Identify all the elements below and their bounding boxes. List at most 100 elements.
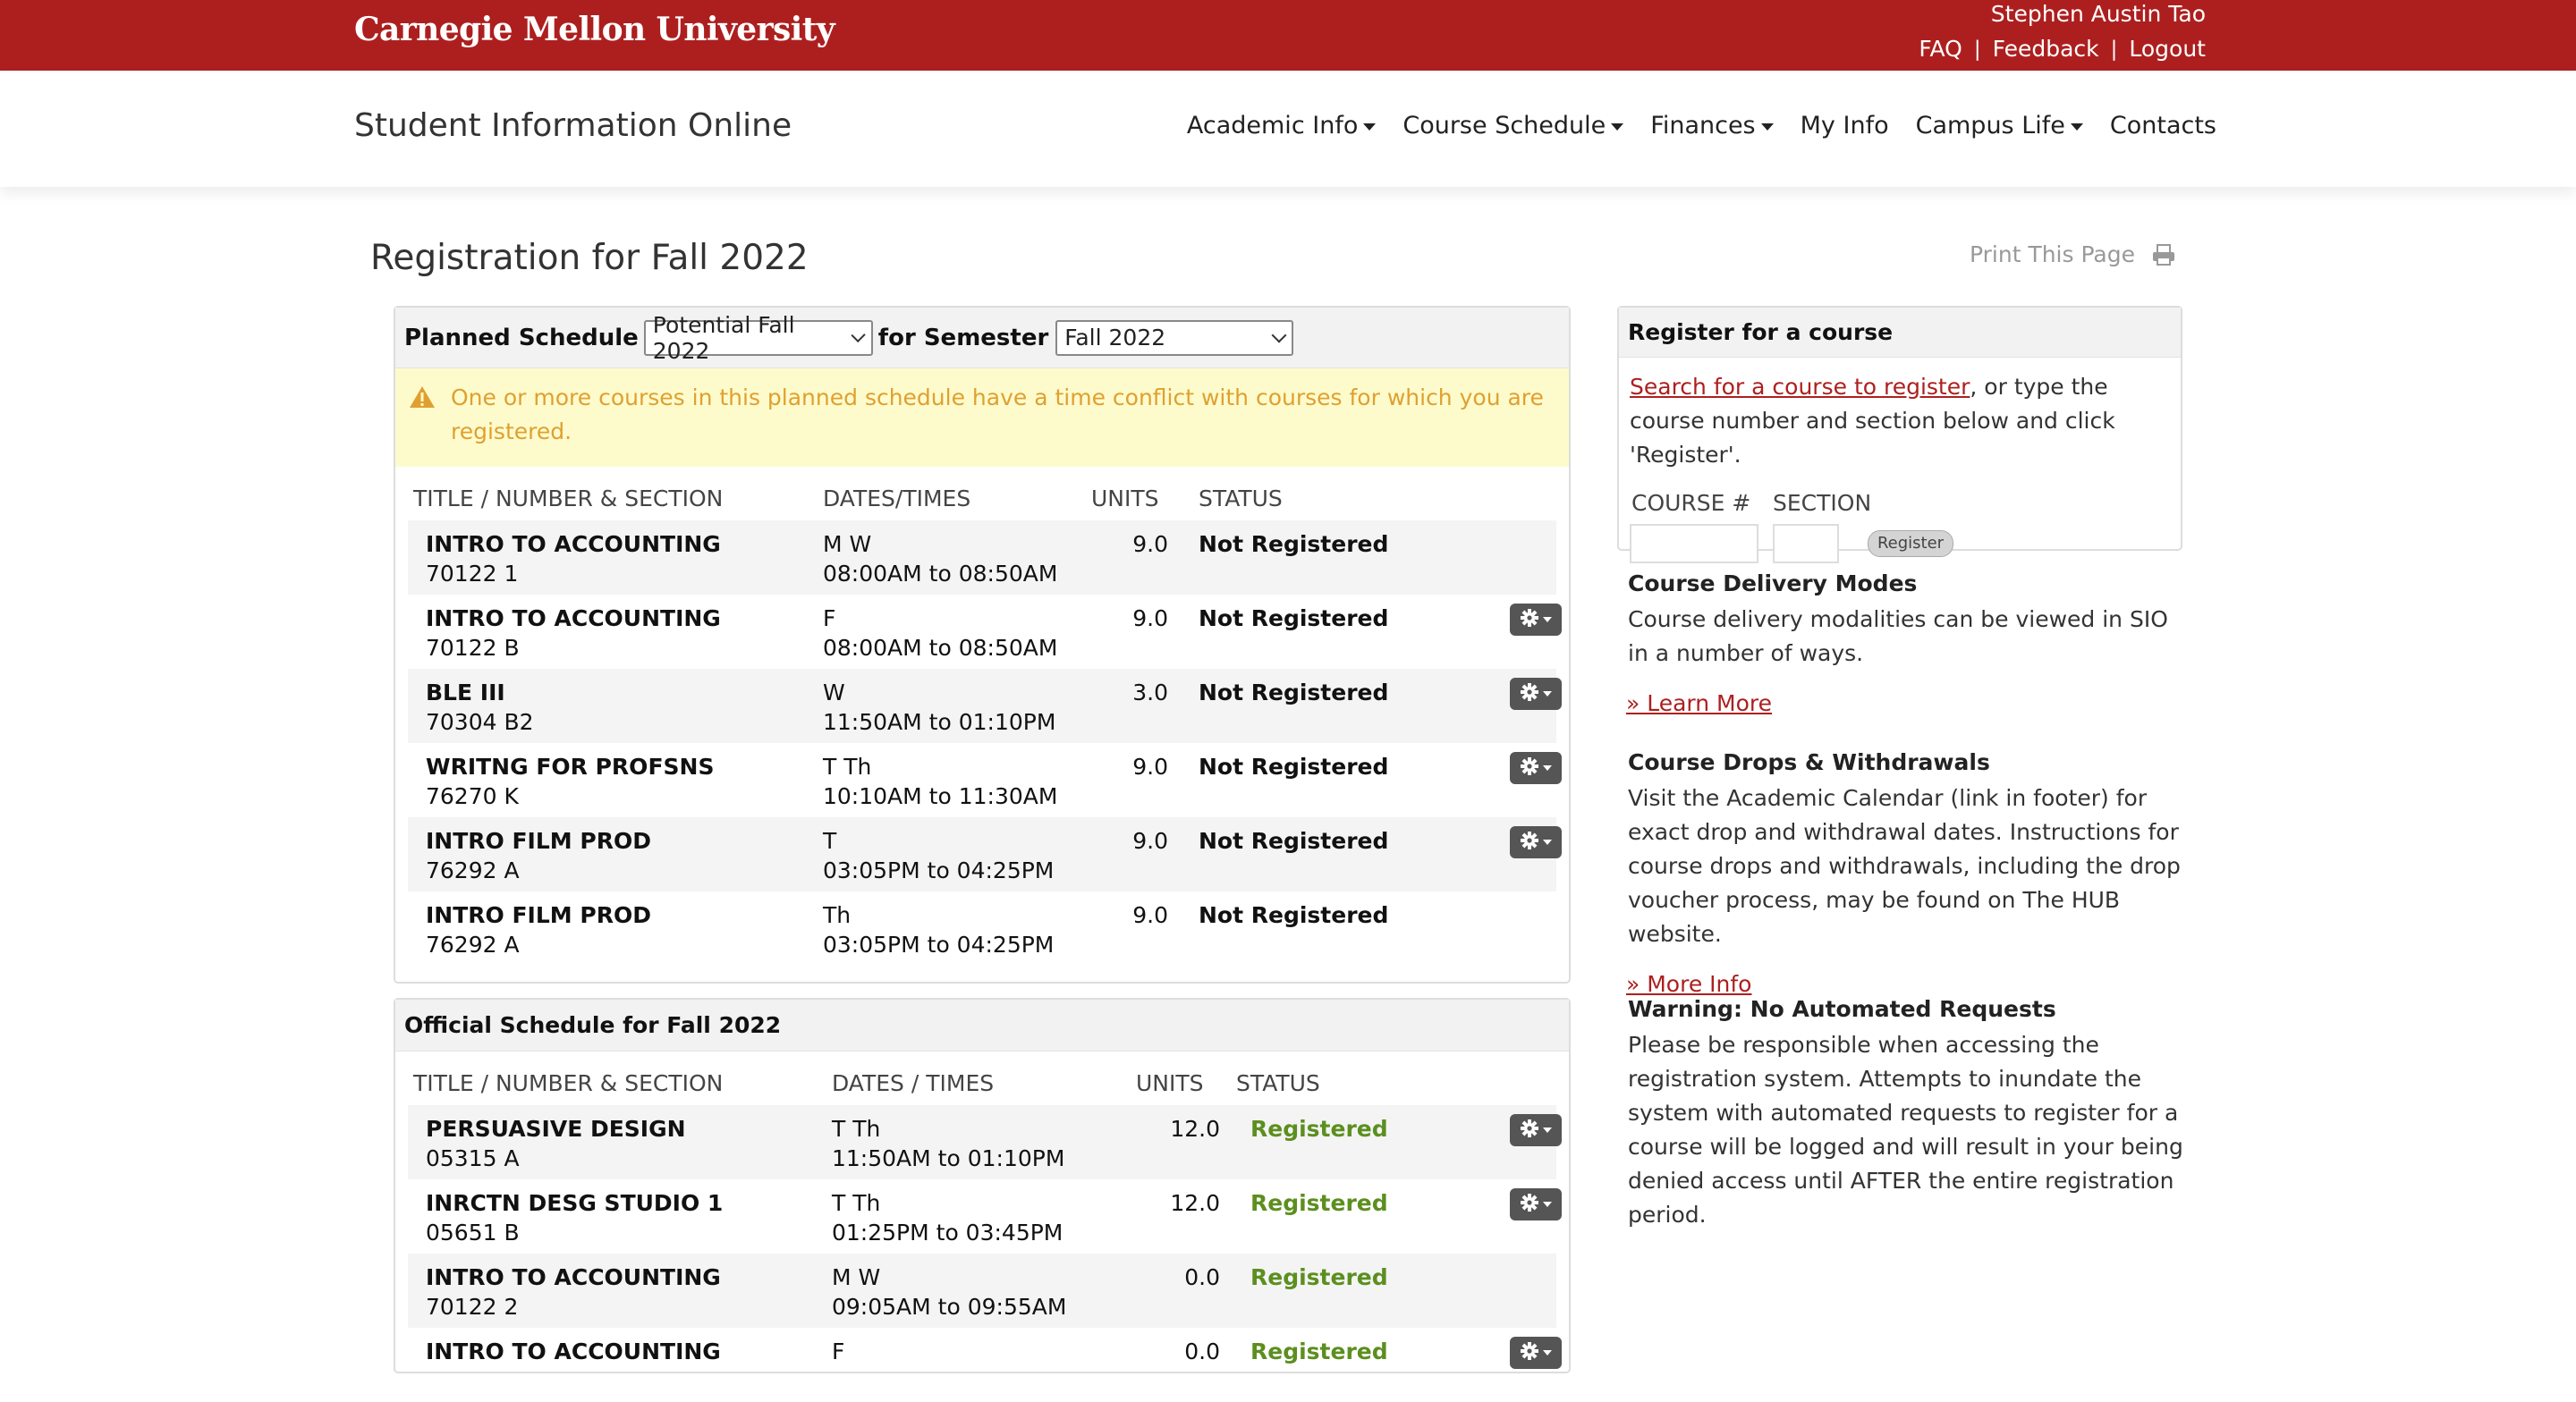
course-cell: INTRO TO ACCOUNTING 70122 2 <box>408 1254 832 1328</box>
nav-campus-life[interactable]: Campus Life <box>1916 112 2083 139</box>
nav-label: Course Schedule <box>1402 112 1606 139</box>
nav-academic-info[interactable]: Academic Info <box>1187 112 1377 139</box>
course-number-input[interactable] <box>1630 524 1758 563</box>
status-cell: Not Registered <box>1199 828 1389 854</box>
dates-cell: T Th 11:50AM to 01:10PM <box>832 1105 1145 1179</box>
units-cell: 12.0 <box>1170 1190 1220 1216</box>
nav-my-info[interactable]: My Info <box>1801 112 1889 139</box>
nav-contacts[interactable]: Contacts <box>2110 112 2216 139</box>
dates-cell: F 08:00AM to 08:50AM <box>823 595 1097 669</box>
nav-label: Finances <box>1650 112 1756 139</box>
row-actions-button[interactable] <box>1510 678 1562 710</box>
row-actions-button[interactable] <box>1510 752 1562 784</box>
row-actions-button[interactable] <box>1510 1188 1562 1220</box>
course-title: INTRO TO ACCOUNTING <box>426 1339 721 1364</box>
dates-cell: W 11:50AM to 01:10PM <box>823 669 1097 743</box>
register-labels: COURSE # SECTION <box>1630 486 2170 520</box>
nav-course-schedule[interactable]: Course Schedule <box>1402 112 1624 139</box>
col-title: TITLE / NUMBER & SECTION <box>413 485 724 511</box>
table-row: INTRO FILM PROD 76292 A Th 03:05PM to 04:25… <box>408 891 1556 966</box>
separator: | <box>1973 37 1981 61</box>
table-row: PERSUASIVE DESIGN 05315 A T Th 11:50AM to 0… <box>408 1105 1562 1179</box>
course-times: 08:00AM to 08:50AM <box>823 561 1058 587</box>
course-times: 08:00AM to 08:50AM <box>823 635 1058 661</box>
drops-withdrawals-section: Course Drops & Withdrawals Visit the Aca… <box>1626 746 2191 1001</box>
status-cell: Registered <box>1250 1116 1388 1142</box>
status-cell: Registered <box>1250 1190 1388 1216</box>
col-units: UNITS <box>1136 1069 1204 1096</box>
print-label: Print This Page <box>1969 241 2135 267</box>
course-cell: WRITNG FOR PROFSNS 76270 K <box>408 743 823 817</box>
col-status: STATUS <box>1236 1069 1320 1096</box>
table-row: INTRO TO ACCOUNTING 70122 1 M W 08:00AM to … <box>408 520 1556 595</box>
caret-down-icon <box>1543 1202 1552 1207</box>
course-number: 70122 2 <box>426 1294 519 1320</box>
print-page-link[interactable]: Print This Page <box>1970 241 2176 267</box>
section-text: Course delivery modalities can be viewed… <box>1628 606 2168 666</box>
planned-schedule-header: Planned Schedule Potential Fall 2022 for… <box>395 308 1569 368</box>
table-row: WRITNG FOR PROFSNS 76270 K T Th 10:10AM to … <box>408 743 1562 817</box>
automated-requests-warning: Warning: No Automated Requests Please be… <box>1628 992 2191 1232</box>
main-nav: Student Information Online Academic Info… <box>0 71 2576 187</box>
learn-more-link[interactable]: » Learn More <box>1626 687 1772 721</box>
cmu-logo[interactable]: Carnegie Mellon University <box>354 11 835 48</box>
faq-link[interactable]: FAQ <box>1919 36 1962 62</box>
gear-icon <box>1520 756 1539 781</box>
status-cell: Registered <box>1250 1339 1388 1364</box>
course-number: 76292 A <box>426 857 520 883</box>
row-actions-button[interactable] <box>1510 826 1562 858</box>
register-button[interactable]: Register <box>1868 530 1953 557</box>
row-actions-button[interactable] <box>1510 1114 1562 1146</box>
section-input[interactable] <box>1773 524 1839 563</box>
caret-down-icon <box>1760 122 1774 131</box>
search-course-link[interactable]: Search for a course to register <box>1630 374 1970 400</box>
units-cell: 0.0 <box>1184 1339 1220 1364</box>
status-cell: Not Registered <box>1199 531 1389 557</box>
course-title: BLE III <box>426 680 505 705</box>
units-cell: 9.0 <box>1132 531 1168 557</box>
dates-cell: Th 03:05PM to 04:25PM <box>823 891 1097 966</box>
course-title: WRITNG FOR PROFSNS <box>426 754 715 780</box>
course-cell: INTRO FILM PROD 76292 A <box>408 817 823 891</box>
section-heading: Course Drops & Withdrawals <box>1628 749 1990 775</box>
course-cell: PERSUASIVE DESIGN 05315 A <box>408 1105 832 1179</box>
course-days: F <box>832 1339 845 1364</box>
course-title: INTRO TO ACCOUNTING <box>426 605 721 631</box>
official-table: TITLE / NUMBER & SECTION DATES / TIMES U… <box>395 1052 1569 1402</box>
official-schedule-header: Official Schedule for Fall 2022 <box>395 1000 1569 1052</box>
course-number: 70122 1 <box>426 561 519 587</box>
dates-cell: T Th 01:25PM to 03:45PM <box>832 1179 1145 1254</box>
logout-link[interactable]: Logout <box>2129 36 2206 62</box>
site-title[interactable]: Student Information Online <box>354 107 792 144</box>
course-number-label: COURSE # <box>1631 490 1751 516</box>
feedback-link[interactable]: Feedback <box>1993 36 2099 62</box>
semester-select[interactable]: Fall 2022 <box>1055 319 1294 356</box>
planned-schedule-select[interactable]: Potential Fall 2022 <box>643 312 873 364</box>
table-row: INTRO FILM PROD 76292 A T 03:05PM to 04:25P… <box>408 817 1562 891</box>
chevron-down-icon <box>1271 327 1287 342</box>
register-instructions: Search for a course to register, or type… <box>1630 370 2170 472</box>
course-number: 76270 K <box>426 783 519 809</box>
nav-finances[interactable]: Finances <box>1650 112 1774 139</box>
course-title: INTRO TO ACCOUNTING <box>426 1264 721 1290</box>
nav-label: Campus Life <box>1915 112 2065 139</box>
course-cell: BLE III 70304 B2 <box>408 669 823 743</box>
user-name: Stephen Austin Tao <box>1990 1 2206 27</box>
course-title: INTRO TO ACCOUNTING <box>426 531 721 557</box>
course-title: INRCTN DESG STUDIO 1 <box>426 1190 724 1216</box>
units-cell: 9.0 <box>1132 902 1168 928</box>
course-number: 70122 B <box>426 635 520 661</box>
official-schedule-panel: Official Schedule for Fall 2022 TITLE / … <box>394 998 1571 1373</box>
table-row: INTRO TO ACCOUNTING 70122 B F 08:00AM to 08… <box>408 595 1562 669</box>
row-actions-button[interactable] <box>1510 604 1562 636</box>
col-dates: DATES / TIMES <box>832 1069 995 1096</box>
gear-icon <box>1520 681 1539 707</box>
planned-schedule-panel: Planned Schedule Potential Fall 2022 for… <box>394 306 1571 984</box>
conflict-warning: One or more courses in this planned sche… <box>395 368 1569 467</box>
printer-icon <box>2151 243 2176 266</box>
units-cell: 9.0 <box>1132 828 1168 854</box>
table-row: INTRO TO ACCOUNTING F 0.0 Registered <box>408 1328 1562 1402</box>
for-semester-label: for Semester <box>877 324 1049 351</box>
section-label: SECTION <box>1773 490 1872 516</box>
course-cell: INTRO TO ACCOUNTING 70122 B <box>408 595 823 669</box>
